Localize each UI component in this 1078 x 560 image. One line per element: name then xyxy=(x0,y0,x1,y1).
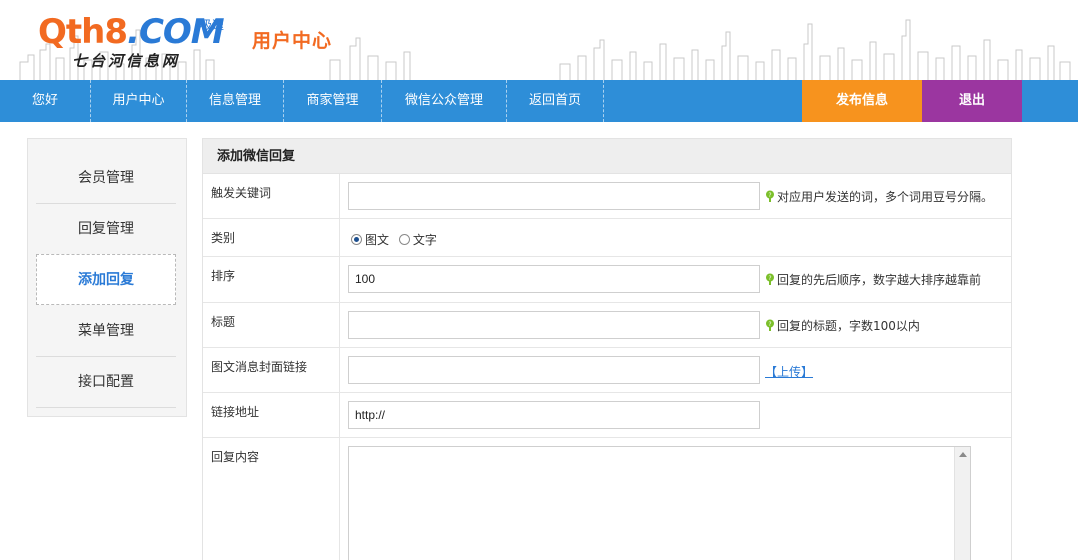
keyword-hint: ? 对应用户发送的词，多个词用豆号分隔。 xyxy=(765,188,993,205)
order-label: 排序 xyxy=(203,257,340,302)
upload-link[interactable]: 【上传】 xyxy=(765,363,813,380)
link-label: 链接地址 xyxy=(203,393,340,437)
sidebar-item-member-management[interactable]: 会员管理 xyxy=(36,153,176,204)
content-label: 回复内容 xyxy=(203,438,340,560)
add-reply-form: 添加微信回复 触发关键词 ? 对应用户发送的词，多个词用豆号分隔。 类别 图文 文… xyxy=(202,138,1012,560)
page-title: 用户中心 xyxy=(252,30,333,52)
sidebar: 会员管理 回复管理 添加回复 菜单管理 接口配置 xyxy=(27,138,187,417)
help-icon: ? xyxy=(766,190,774,202)
logo-subtitle: 七台河信息网 xyxy=(72,52,181,70)
keyword-label: 触发关键词 xyxy=(203,174,340,218)
order-hint: ? 回复的先后顺序，数字越大排序越靠前 xyxy=(765,271,981,288)
category-radio-group: 图文 文字 xyxy=(351,231,443,248)
category-option-text: 文字 xyxy=(412,233,437,247)
category-label: 类别 xyxy=(203,219,340,256)
keyword-input[interactable] xyxy=(348,182,760,210)
link-input[interactable] xyxy=(348,401,760,429)
logo-wordmark: Qth8.COM xyxy=(38,12,225,52)
help-icon: ? xyxy=(766,319,774,331)
svg-text:?: ? xyxy=(768,192,771,199)
category-option-news: 图文 xyxy=(365,233,390,247)
form-row-content: 回复内容 xyxy=(203,438,1011,560)
help-icon: ? xyxy=(766,273,774,285)
nav-item-user-center[interactable]: 用户中心 xyxy=(91,80,187,122)
form-row-category: 类别 图文 文字 xyxy=(203,219,1011,257)
nav-item-info-management[interactable]: 信息管理 xyxy=(187,80,284,122)
title-input[interactable] xyxy=(348,311,760,339)
site-header: Qth8.COM 极速 七台河信息网 用户中心 xyxy=(0,0,1078,80)
cover-label: 图文消息封面链接 xyxy=(203,348,340,392)
order-input[interactable] xyxy=(348,265,760,293)
form-title: 添加微信回复 xyxy=(203,139,1011,174)
title-label: 标题 xyxy=(203,303,340,347)
form-row-keyword: 触发关键词 ? 对应用户发送的词，多个词用豆号分隔。 xyxy=(203,174,1011,219)
logo-tagline: 极速 xyxy=(200,18,225,32)
logout-button[interactable]: 退出 xyxy=(922,80,1022,122)
form-row-order: 排序 ?回复的先后顺序，数字越大排序越靠前 xyxy=(203,257,1011,303)
nav-item-wechat-management[interactable]: 微信公众管理 xyxy=(382,80,507,122)
cover-input[interactable] xyxy=(348,356,760,384)
sidebar-item-add-reply[interactable]: 添加回复 xyxy=(36,254,176,305)
sidebar-item-reply-management[interactable]: 回复管理 xyxy=(36,204,176,255)
main-nav: 您好 用户中心 信息管理 商家管理 微信公众管理 返回首页 发布信息 退出 xyxy=(0,80,1078,122)
category-radio-news[interactable] xyxy=(351,234,362,245)
category-radio-text[interactable] xyxy=(398,234,410,245)
publish-button[interactable]: 发布信息 xyxy=(802,80,922,122)
svg-text:?: ? xyxy=(768,275,771,282)
content-scrollbar[interactable] xyxy=(954,447,970,560)
site-logo[interactable]: Qth8.COM 极速 七台河信息网 xyxy=(38,10,238,74)
sidebar-item-api-config[interactable]: 接口配置 xyxy=(36,357,176,408)
svg-text:?: ? xyxy=(768,321,771,328)
title-hint: ? 回复的标题，字数100以内 xyxy=(765,317,920,334)
nav-item-merchant-management[interactable]: 商家管理 xyxy=(284,80,382,122)
form-row-link: 链接地址 xyxy=(203,393,1011,438)
sidebar-item-menu-management[interactable]: 菜单管理 xyxy=(36,306,176,357)
content-textarea[interactable] xyxy=(348,446,971,560)
form-row-cover: 图文消息封面链接 【上传】 xyxy=(203,348,1011,393)
nav-item-greeting: 您好 xyxy=(0,80,91,122)
scroll-up-arrow-icon[interactable] xyxy=(959,452,967,457)
form-row-title: 标题 ? 回复的标题，字数100以内 xyxy=(203,303,1011,348)
nav-item-home[interactable]: 返回首页 xyxy=(507,80,604,122)
